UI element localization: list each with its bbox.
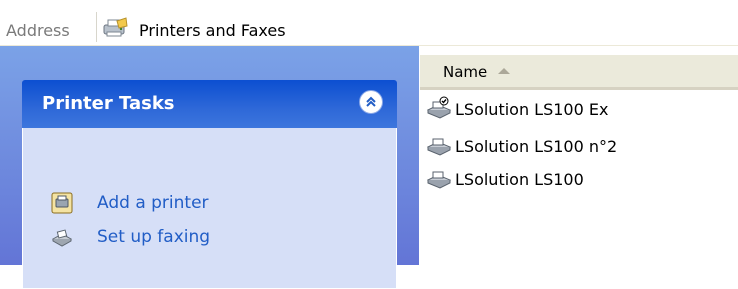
address-bar: Address Printers and Faxes — [0, 0, 738, 46]
collapse-button[interactable] — [359, 90, 383, 114]
name-column-header[interactable]: Name — [420, 55, 738, 90]
printer-icon — [426, 133, 452, 157]
setup-faxing-label: Set up faxing — [97, 227, 211, 247]
printer-tasks-panel: Printer Tasks Add a printer Set up faxin… — [22, 80, 397, 289]
printer-tasks-header[interactable]: Printer Tasks — [22, 80, 397, 128]
name-column-label: Name — [443, 63, 488, 81]
printer-default-icon — [426, 96, 452, 120]
address-value: Printers and Faxes — [139, 21, 286, 40]
sort-ascending-icon — [498, 68, 510, 74]
printer-tasks-title: Printer Tasks — [42, 93, 175, 114]
add-printer-label: Add a printer — [97, 193, 209, 213]
printer-item-label: LSolution LS100 Ex — [455, 100, 609, 119]
address-field[interactable]: Printers and Faxes — [97, 11, 738, 43]
printer-item[interactable]: LSolution LS100 n°2 — [426, 133, 736, 157]
fax-icon — [51, 226, 73, 248]
printer-item-label: LSolution LS100 — [455, 170, 584, 189]
printer-icon — [426, 166, 452, 190]
printer-item[interactable]: LSolution LS100 — [426, 166, 736, 190]
add-printer-icon — [51, 192, 73, 214]
file-list-pane: Name LSolution LS100 Ex LSolution LS100 … — [420, 46, 738, 265]
printer-item-label: LSolution LS100 n°2 — [455, 137, 618, 156]
task-pane: Printer Tasks Add a printer Set up faxin… — [0, 46, 419, 289]
printer-item[interactable]: LSolution LS100 Ex — [426, 96, 736, 120]
chevron-double-up-icon — [366, 96, 376, 107]
printers-folder-icon — [101, 17, 129, 39]
address-label: Address — [6, 21, 70, 40]
